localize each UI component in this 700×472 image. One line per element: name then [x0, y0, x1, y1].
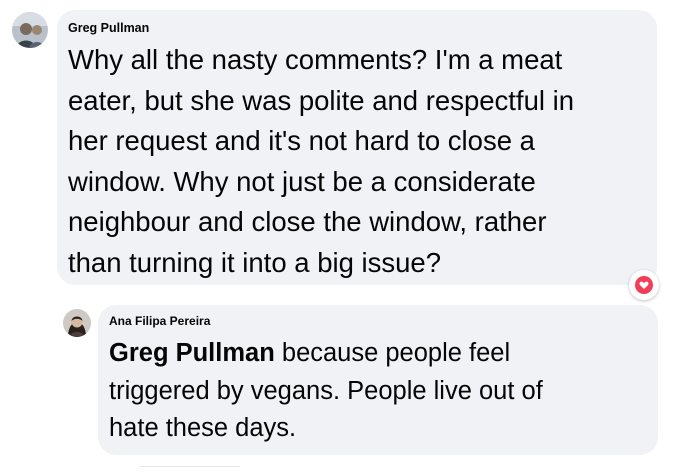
comment-line: neighbour and close the window, rather — [68, 206, 547, 237]
mention-link[interactable]: Greg Pullman — [109, 339, 275, 367]
heart-reaction-icon — [635, 276, 653, 294]
reply-line: hate these days. — [109, 414, 297, 442]
greg-avatar[interactable] — [12, 12, 48, 48]
comment-text: Why all the nasty comments? I'm a meat e… — [68, 40, 574, 283]
user-avatar-icon — [12, 12, 48, 48]
divider — [140, 466, 240, 467]
comment-author[interactable]: Greg Pullman — [68, 21, 149, 35]
reply-line: Greg Pullman because people feel — [109, 335, 543, 373]
ana-avatar[interactable] — [63, 309, 91, 337]
comment-line: than turning it into a big issue? — [68, 246, 442, 278]
user-avatar-icon — [63, 309, 91, 337]
comment-line: window. Why not just be a considerate — [68, 165, 536, 197]
heart-reaction-badge[interactable] — [629, 270, 659, 300]
reply-line: triggered by vegans. People live out of — [109, 376, 543, 405]
comment-bubble: Greg Pullman Why all the nasty comments?… — [57, 10, 657, 285]
comment-line: eater, but she was polite and respectful… — [68, 84, 575, 116]
reply-author[interactable]: Ana Filipa Pereira — [109, 314, 210, 328]
reply-line-text: because people feel — [274, 339, 511, 367]
reply-bubble: Ana Filipa Pereira Greg Pullman because … — [98, 305, 658, 455]
comment-thread: Greg Pullman Why all the nasty comments?… — [0, 0, 700, 472]
reply-text: Greg Pullman because people feel trigger… — [109, 335, 543, 448]
comment-line: Why all the nasty comments? I'm a meat — [68, 44, 563, 75]
comment-line: her request and it's not hard to close a — [68, 125, 535, 156]
